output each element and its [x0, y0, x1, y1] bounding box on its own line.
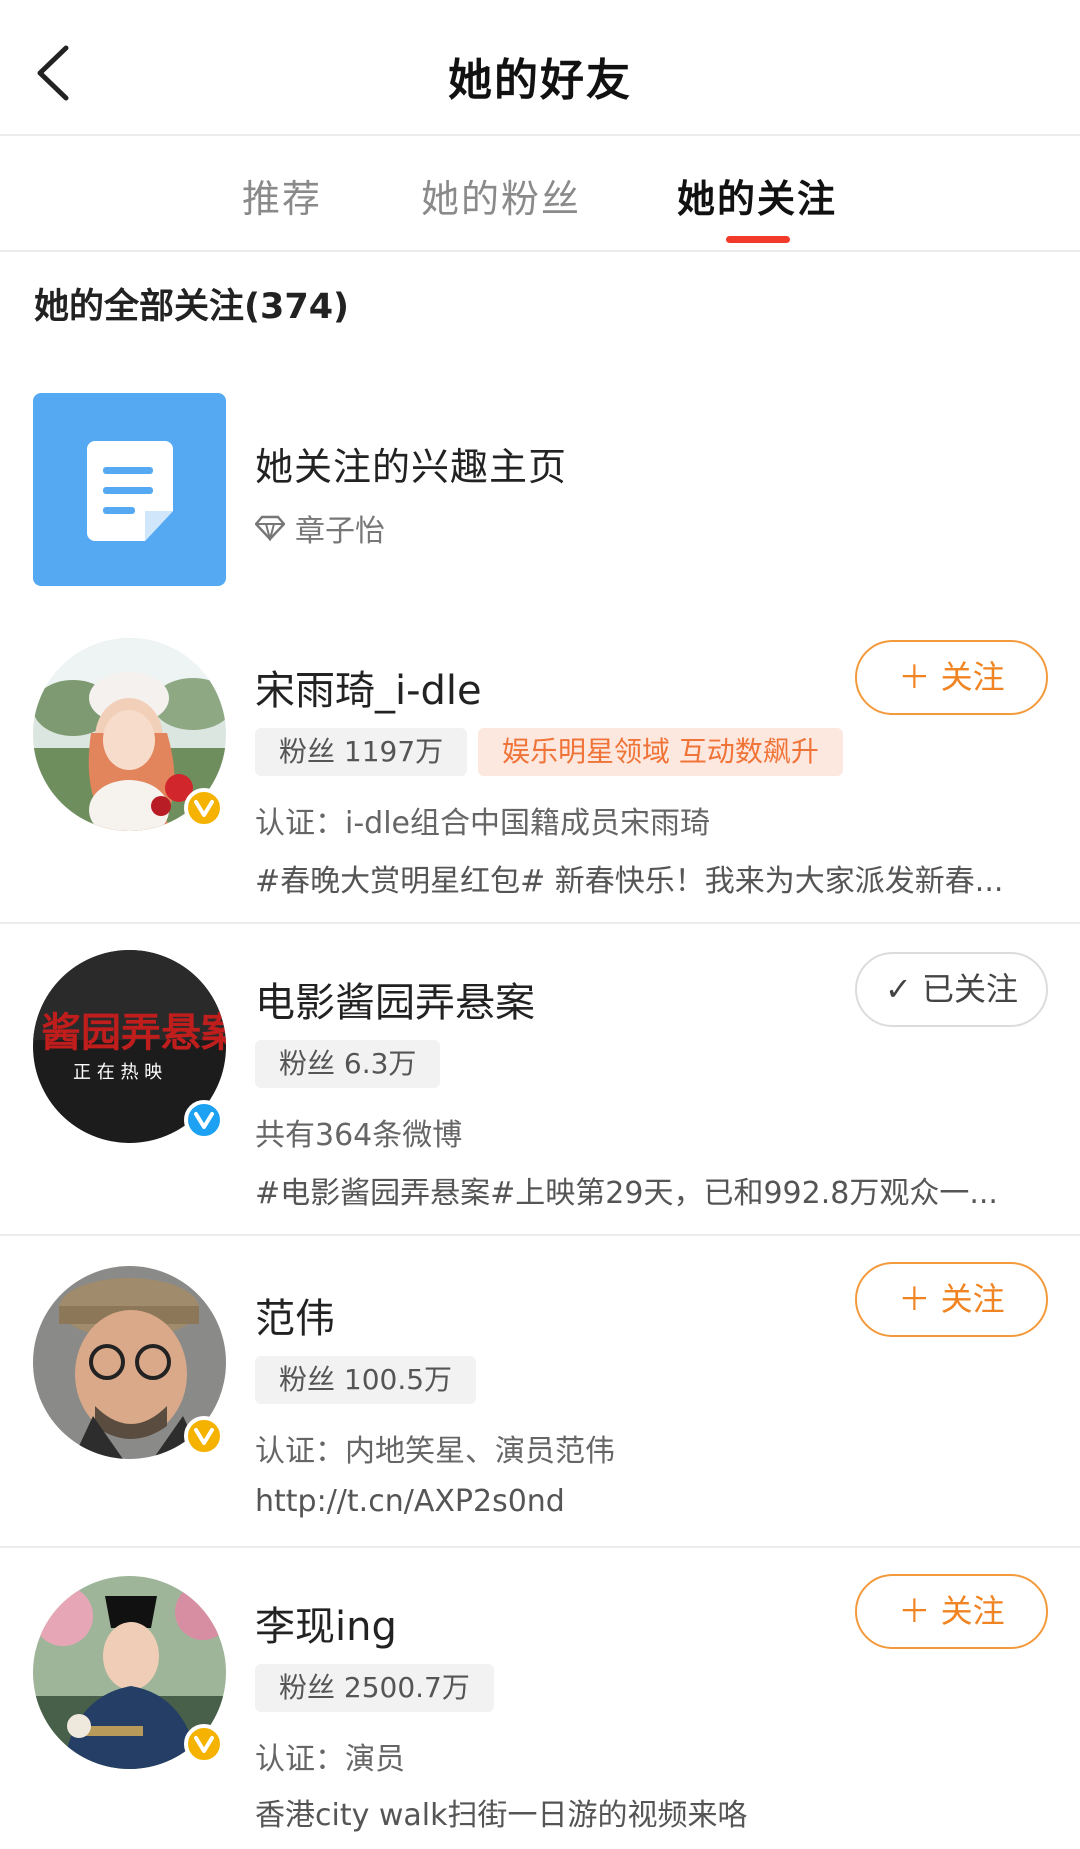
poster-subtitle: 正 在 热 映	[73, 1062, 162, 1083]
list-item[interactable]: 酱园弄悬案 正 在 热 映 电影酱园弄悬案 粉丝 6.3万 共有364条微博 #…	[0, 924, 1080, 1234]
user-name[interactable]: 李现ing	[255, 1594, 397, 1652]
verified-v-icon	[194, 1428, 214, 1445]
follow-button[interactable]: ＋ 关注	[855, 640, 1048, 715]
verification-text: 认证：i-dle组合中国籍成员宋雨琦	[255, 806, 710, 841]
verified-badge	[184, 1416, 224, 1456]
fans-count: 粉丝 1197万	[255, 728, 468, 776]
document-icon	[87, 441, 173, 541]
active-tab-indicator	[726, 236, 790, 243]
verification-text: 认证：演员	[255, 1742, 405, 1777]
fans-count: 粉丝 100.5万	[255, 1356, 477, 1404]
latest-post-text: #电影酱园弄悬案#上映第29天，已和992.8万观众一...	[255, 1176, 998, 1211]
verified-badge	[184, 788, 224, 828]
verified-badge	[184, 1724, 224, 1764]
interest-page-thumbnail	[33, 393, 226, 586]
list-item[interactable]: 宋雨琦_i-dle 粉丝 1197万 娱乐明星领域 互动数飙升 认证：i-dle…	[0, 630, 1080, 920]
tab-her-following[interactable]: 她的关注	[677, 168, 837, 223]
user-name[interactable]: 宋雨琦_i-dle	[255, 658, 482, 716]
section-title: 她的全部关注(374)	[34, 287, 350, 327]
post-count-text: 共有364条微博	[255, 1118, 463, 1153]
latest-post-text: #春晚大赏明星红包# 新春快乐！我来为大家派发新春...	[255, 864, 1004, 899]
page-title: 她的好友	[448, 55, 632, 106]
verified-v-icon	[194, 1736, 214, 1753]
verified-v-icon	[194, 800, 214, 817]
list-item[interactable]: 范伟 粉丝 100.5万 认证：内地笑星、演员范伟 http://t.cn/AX…	[0, 1236, 1080, 1546]
interest-owner-name: 章子怡	[295, 514, 385, 549]
user-name[interactable]: 电影酱园弄悬案	[255, 970, 535, 1028]
verified-badge	[184, 1100, 224, 1140]
list-item[interactable]: 李现ing 粉丝 2500.7万 认证：演员 香港city walk扫街一日游的…	[0, 1548, 1080, 1849]
fans-count: 粉丝 2500.7万	[255, 1664, 494, 1712]
tab-her-fans[interactable]: 她的粉丝	[421, 168, 581, 223]
interest-page-owner: 章子怡	[255, 506, 385, 550]
user-name[interactable]: 范伟	[255, 1286, 335, 1344]
tab-bar: 推荐 她的粉丝 她的关注	[0, 136, 1080, 252]
following-button[interactable]: ✓ 已关注	[855, 952, 1048, 1027]
trending-tag: 娱乐明星领域 互动数飙升	[478, 728, 843, 776]
latest-post-text[interactable]: http://t.cn/AXP2s0nd	[255, 1484, 1035, 1519]
follow-button[interactable]: ＋ 关注	[855, 1574, 1048, 1649]
poster-title: 酱园弄悬案	[41, 1009, 226, 1056]
nav-header: 她的好友	[0, 0, 1080, 136]
tab-recommend[interactable]: 推荐	[242, 168, 322, 223]
fans-count: 粉丝 6.3万	[255, 1040, 441, 1088]
verified-v-icon	[194, 1112, 214, 1129]
diamond-icon	[255, 515, 285, 541]
text-fade-overlay	[740, 1784, 1080, 1844]
interest-page-item[interactable]: 她关注的兴趣主页 章子怡	[0, 390, 1080, 590]
follow-button[interactable]: ＋ 关注	[855, 1262, 1048, 1337]
verification-text: 认证：内地笑星、演员范伟	[255, 1434, 615, 1469]
interest-page-title: 她关注的兴趣主页	[255, 445, 568, 489]
friends-page: 她的好友 推荐 她的粉丝 她的关注 她的全部关注(374) 她关注的兴趣主页 章…	[0, 0, 1080, 1849]
